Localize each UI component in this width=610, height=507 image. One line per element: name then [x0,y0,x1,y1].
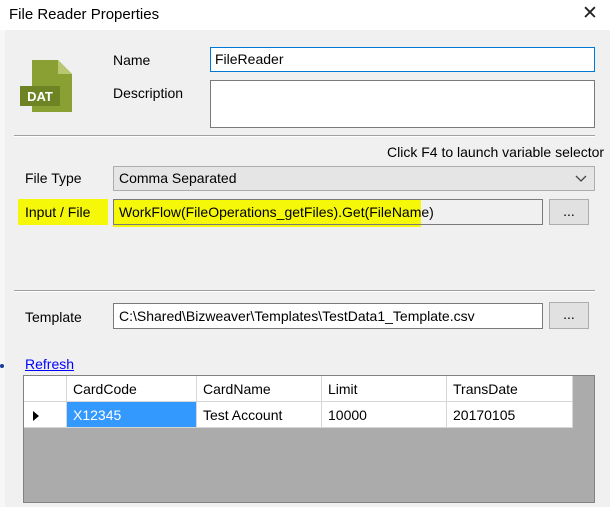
table-cell[interactable]: 20170105 [446,401,573,428]
column-header[interactable]: TransDate [446,376,573,402]
column-header[interactable]: Limit [321,376,447,402]
description-input[interactable] [210,80,595,128]
window-left-edge [0,30,5,507]
row-header-cell[interactable] [24,401,67,428]
f4-hint: Click F4 to launch variable selector [387,144,605,160]
file-type-label: File Type [25,170,82,186]
side-marker [0,364,4,368]
table-row[interactable]: X12345 Test Account 10000 20170105 [24,401,573,428]
file-type-value: Comma Separated [119,170,237,186]
data-grid[interactable]: CardCode CardName Limit TransDate X12345… [23,375,595,503]
column-header[interactable]: CardCode [66,376,197,402]
table-cell[interactable]: 10000 [321,401,447,428]
dat-file-icon: DAT [20,60,72,112]
column-header[interactable]: CardName [196,376,322,402]
data-grid-table: CardCode CardName Limit TransDate X12345… [24,376,573,428]
description-label: Description [113,85,184,101]
current-row-arrow-icon [33,410,39,421]
input-file-label: Input / File [25,204,91,220]
dat-icon-label: DAT [27,89,53,104]
title-bar: File Reader Properties ✕ [0,0,610,30]
divider-top [14,135,595,137]
refresh-link[interactable]: Refresh [25,356,74,372]
window-title: File Reader Properties [9,6,160,23]
name-label: Name [113,52,151,68]
file-type-select[interactable]: Comma Separated [113,166,595,191]
grid-corner-cell [24,376,67,402]
input-file-browse-button[interactable]: ... [549,199,589,225]
name-input[interactable]: FileReader [210,47,595,72]
template-browse-button[interactable]: ... [549,302,589,329]
input-file-field[interactable]: WorkFlow(FileOperations_getFiles).Get(Fi… [113,199,543,225]
close-icon[interactable]: ✕ [577,2,603,26]
table-cell[interactable]: Test Account [196,401,322,428]
divider-middle [14,290,595,292]
table-cell[interactable]: X12345 [66,401,197,428]
template-input[interactable]: C:\Shared\Bizweaver\Templates\TestData1_… [113,303,543,329]
grid-header-row: CardCode CardName Limit TransDate [24,376,573,402]
chevron-down-icon [575,175,587,182]
template-label: Template [25,309,82,325]
